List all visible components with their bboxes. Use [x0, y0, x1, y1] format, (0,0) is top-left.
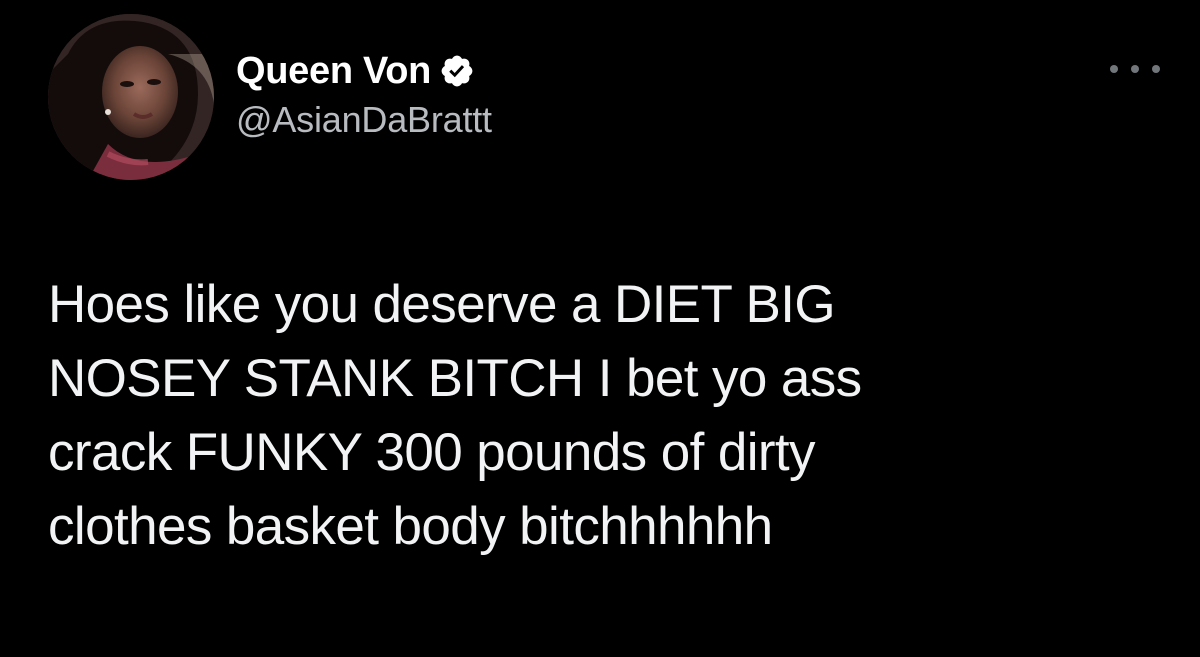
user-handle[interactable]: @AsianDaBrattt: [236, 98, 492, 142]
display-name[interactable]: Queen Von: [236, 48, 431, 94]
avatar-image: [48, 14, 214, 180]
more-dot: [1152, 65, 1160, 73]
tweet-text-line: Hoes like you deserve a DIET BIG: [48, 275, 836, 334]
tweet-header: Queen Von @AsianDaBrattt: [236, 48, 492, 142]
tweet-card: Queen Von @AsianDaBrattt Hoes like you d…: [0, 0, 1200, 657]
name-row: Queen Von: [236, 48, 492, 94]
tweet-text-line: clothes basket body bitchhhhhh: [48, 497, 773, 556]
tweet-text-line: crack FUNKY 300 pounds of dirty: [48, 423, 816, 482]
more-dot: [1131, 65, 1139, 73]
verified-badge-icon: [439, 53, 475, 89]
tweet-text-line: NOSEY STANK BITCH I bet yo ass: [48, 349, 862, 408]
tweet-text: Hoes like you deserve a DIET BIG NOSEY S…: [48, 268, 1158, 564]
more-dot: [1110, 65, 1118, 73]
avatar[interactable]: [48, 14, 214, 180]
more-options-icon[interactable]: [1110, 56, 1160, 82]
